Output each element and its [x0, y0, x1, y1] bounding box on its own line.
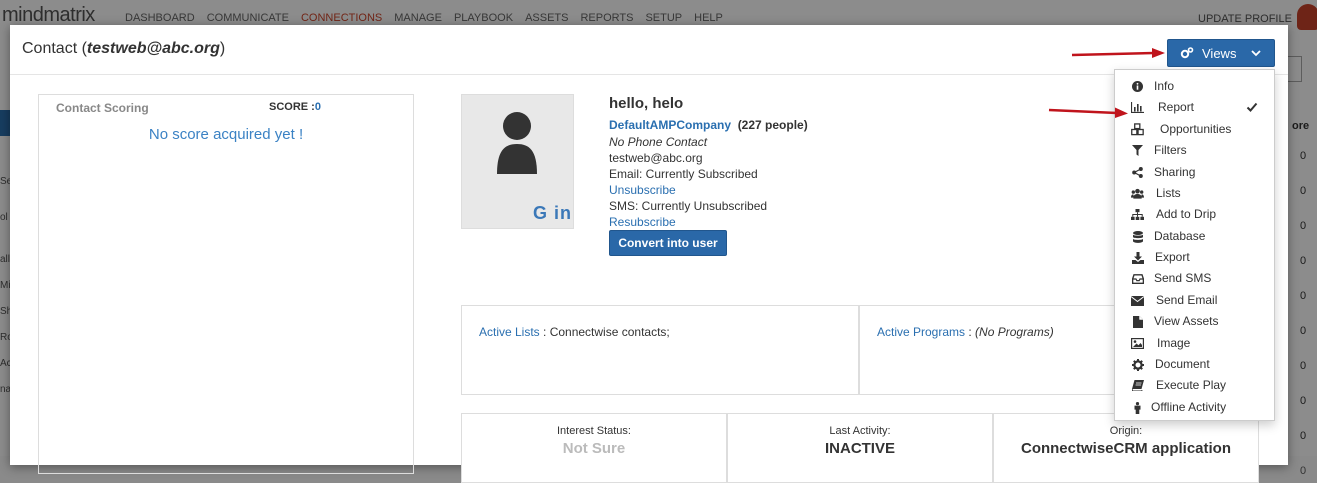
menu-item-label: Document	[1155, 357, 1210, 371]
contact-scoring-panel: Contact Scoring SCORE :0 No score acquir…	[38, 94, 414, 474]
contact-email-title: testweb@abc.org	[86, 40, 220, 57]
sms-status: SMS: Currently Unsubscribed	[609, 199, 768, 213]
menu-item-opportunities[interactable]: Opportunities	[1115, 119, 1274, 140]
menu-item-label: Export	[1155, 250, 1190, 264]
menu-item-send-sms[interactable]: Send SMS	[1115, 268, 1274, 289]
contact-photo: G in	[461, 94, 574, 229]
menu-item-label: Database	[1154, 229, 1206, 243]
views-button[interactable]: Views	[1167, 39, 1275, 67]
file-icon	[1131, 315, 1144, 328]
menu-item-sharing[interactable]: Sharing	[1115, 162, 1274, 183]
interest-status-card: Interest Status: Not Sure	[461, 413, 727, 483]
menu-item-export[interactable]: Export	[1115, 247, 1274, 268]
modal-title: Contact (testweb@abc.org)	[22, 40, 226, 57]
envelope-icon	[1131, 294, 1144, 307]
database-icon	[1131, 230, 1144, 243]
download-icon	[1131, 251, 1144, 264]
menu-item-add-to-drip[interactable]: Add to Drip	[1115, 204, 1274, 225]
info-icon	[1131, 80, 1144, 93]
active-programs-link[interactable]: Active Programs	[877, 325, 965, 339]
score-readout: SCORE :0	[269, 101, 321, 113]
menu-item-label: Execute Play	[1156, 378, 1227, 392]
social-links[interactable]: G in	[533, 203, 572, 224]
menu-item-report[interactable]: Report	[1115, 97, 1274, 118]
menu-item-filters[interactable]: Filters	[1115, 140, 1274, 161]
bar-chart-icon	[1131, 101, 1144, 114]
cog-icon	[1131, 358, 1144, 371]
last-activity-label: Last Activity:	[829, 425, 891, 437]
menu-item-label: Report	[1158, 100, 1195, 114]
active-lists-text: Active Lists : Connectwise contacts;	[479, 325, 670, 339]
unsubscribe-link[interactable]: Unsubscribe	[609, 183, 676, 197]
company-line: DefaultAMPCompany (227 people)	[609, 118, 808, 132]
views-dropdown-menu: Info Report Opportunities Filters Sharin…	[1114, 69, 1275, 421]
contact-scoring-label: Contact Scoring	[56, 101, 149, 115]
menu-item-label: Info	[1154, 79, 1175, 93]
cogs-icon	[1180, 46, 1194, 60]
resubscribe-link[interactable]: Resubscribe	[609, 215, 676, 229]
checkmark-icon	[1246, 101, 1258, 113]
interest-status-value: Not Sure	[562, 440, 626, 457]
menu-item-label: Send Email	[1156, 293, 1218, 307]
score-value: 0	[314, 101, 321, 113]
menu-item-label: Lists	[1156, 186, 1181, 200]
menu-item-image[interactable]: Image	[1115, 333, 1274, 354]
menu-item-offline-activity[interactable]: Offline Activity	[1115, 397, 1274, 418]
origin-value: ConnectwiseCRM application	[1020, 440, 1232, 457]
users-icon	[1131, 187, 1144, 200]
sitemap-icon	[1131, 208, 1144, 221]
menu-item-label: Offline Activity	[1151, 400, 1227, 414]
last-activity-card: Last Activity: INACTIVE	[727, 413, 993, 483]
last-activity-value: INACTIVE	[824, 440, 895, 457]
menu-item-info[interactable]: Info	[1115, 76, 1274, 97]
menu-item-label: Image	[1157, 336, 1191, 350]
phone-text: No Phone Contact	[609, 135, 708, 149]
share-icon	[1131, 166, 1144, 179]
contact-name: hello, helo	[609, 95, 684, 112]
contact-modal: Contact (testweb@abc.org) Views Contact …	[10, 25, 1288, 483]
menu-item-label: Opportunities	[1160, 122, 1232, 136]
menu-item-label: Send SMS	[1154, 271, 1212, 285]
cubes-icon	[1131, 123, 1144, 136]
origin-label: Origin:	[1109, 425, 1143, 437]
email-status: Email: Currently Subscribed	[609, 167, 758, 181]
menu-item-document[interactable]: Document	[1115, 354, 1274, 375]
convert-into-user-button[interactable]: Convert into user	[609, 230, 727, 256]
user-silhouette-icon	[497, 108, 537, 174]
menu-item-execute-play[interactable]: Execute Play	[1115, 375, 1274, 396]
person-icon	[1131, 401, 1144, 414]
inbox-icon	[1131, 272, 1144, 285]
image-icon	[1131, 337, 1144, 350]
active-lists-link[interactable]: Active Lists	[479, 325, 540, 339]
interest-status-label: Interest Status:	[557, 425, 631, 437]
menu-item-label: Add to Drip	[1156, 207, 1217, 221]
menu-item-view-assets[interactable]: View Assets	[1115, 311, 1274, 332]
views-label: Views	[1202, 45, 1237, 61]
company-link[interactable]: DefaultAMPCompany	[609, 118, 731, 132]
table-cell: 0	[1300, 465, 1307, 477]
menu-item-label: View Assets	[1154, 314, 1219, 328]
menu-item-label: Filters	[1154, 143, 1187, 157]
filter-icon	[1131, 144, 1144, 157]
active-programs-text: Active Programs : (No Programs)	[877, 325, 1054, 339]
book-icon	[1131, 379, 1144, 392]
active-lists-box: Active Lists : Connectwise contacts;	[461, 305, 859, 395]
company-count: (227 people)	[737, 118, 808, 132]
menu-item-send-email[interactable]: Send Email	[1115, 290, 1274, 311]
chevron-down-icon	[1250, 47, 1262, 59]
menu-item-database[interactable]: Database	[1115, 226, 1274, 247]
menu-item-label: Sharing	[1154, 165, 1196, 179]
annotation-arrow-views	[1071, 48, 1165, 58]
origin-card: Origin: ConnectwiseCRM application	[993, 413, 1259, 483]
annotation-arrow-report	[1048, 107, 1128, 118]
no-score-message: No score acquired yet !	[148, 126, 304, 143]
email-text: testweb@abc.org	[609, 151, 703, 165]
menu-item-lists[interactable]: Lists	[1115, 183, 1274, 204]
